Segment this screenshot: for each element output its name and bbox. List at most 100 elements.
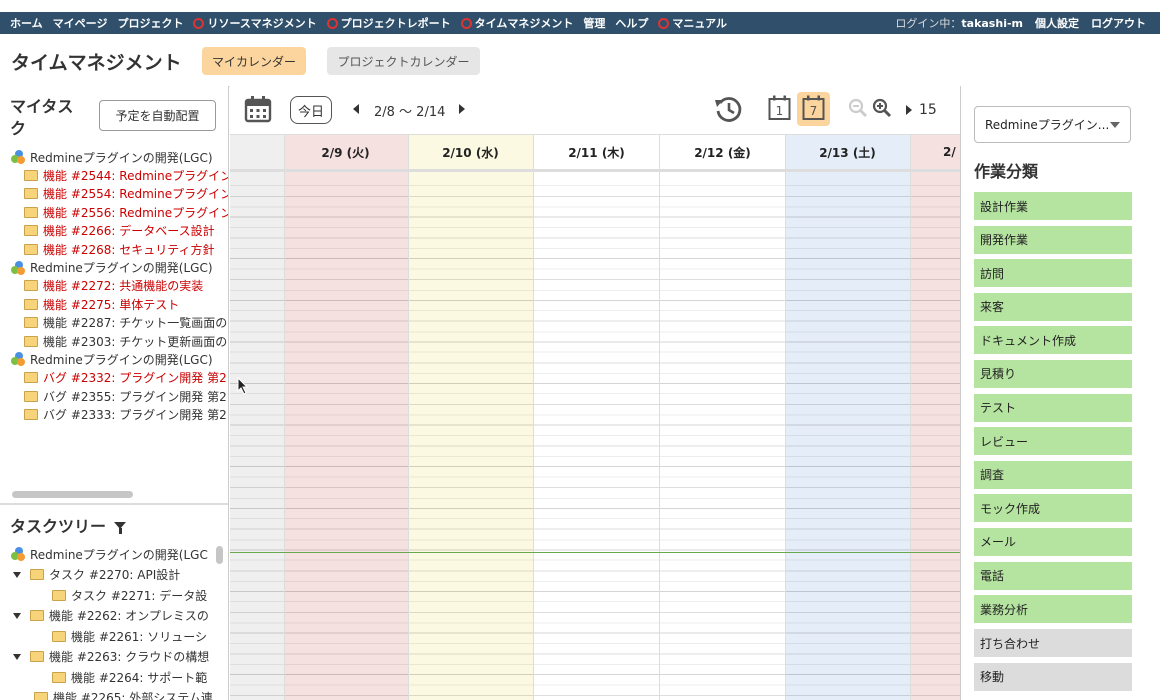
top-menu-item-label: プロジェクトレポート — [340, 17, 451, 30]
top-menu-left: ホーム マイページ プロジェクト リソースマネジメント プロジェクトレポート タイムマネジ… — [0, 15, 727, 31]
expand-icon[interactable] — [13, 653, 21, 660]
login-user[interactable]: takashi-m — [961, 17, 1023, 30]
work-category-item[interactable]: ドキュメント作成 — [974, 326, 1132, 355]
work-category-item[interactable]: メール — [974, 527, 1132, 556]
mouse-cursor-icon — [237, 377, 249, 395]
tree-label: タスク #2270: API設計 — [49, 568, 181, 583]
task-project-row[interactable]: Redmineプラグインの開発(LGC) — [0, 258, 228, 276]
folder-icon — [24, 188, 38, 200]
top-menu-item[interactable]: プロジェクトレポート — [326, 15, 451, 31]
folder-icon — [52, 630, 66, 642]
pane-divider[interactable] — [0, 503, 228, 505]
my-calendar-button[interactable]: マイカレンダー — [202, 47, 306, 75]
work-category-item[interactable]: レビュー — [974, 427, 1132, 456]
tree-row[interactable]: 機能 #2264: サポート範 — [0, 667, 216, 688]
task-project-row[interactable]: Redmineプラグインの開発(LGC) — [0, 148, 228, 166]
day-column[interactable]: 2/9 (火) — [283, 134, 409, 700]
tree-row[interactable]: 機能 #2263: クラウドの構想 — [0, 647, 216, 668]
top-menu-item[interactable]: 管理 — [583, 15, 605, 31]
top-menu-item[interactable]: マニュアル — [658, 15, 727, 31]
task-row[interactable]: 機能 #2268: セキュリティ方針 — [0, 240, 228, 258]
prev-week-icon[interactable] — [353, 104, 359, 114]
zoom-in-icon[interactable] — [872, 98, 892, 118]
tree-row[interactable]: タスク #2271: データ設 — [0, 585, 216, 606]
vertical-scrollbar[interactable] — [216, 546, 223, 564]
personal-settings-link[interactable]: 個人設定 — [1035, 15, 1079, 31]
task-row[interactable]: バグ #2355: プラグイン開発 第2 — [0, 387, 228, 405]
top-menu-item-label: タイムマネジメント — [474, 17, 574, 30]
day-time-slots[interactable] — [230, 176, 284, 700]
task-row[interactable]: バグ #2332: プラグイン開発 第2 — [0, 369, 228, 387]
work-category-item[interactable]: 見積り — [974, 359, 1132, 388]
work-category-item[interactable]: 業務分析 — [974, 595, 1132, 624]
task-row[interactable]: 機能 #2303: チケット更新画面の — [0, 332, 228, 350]
top-menu-item[interactable]: タイムマネジメント — [460, 15, 574, 31]
task-row[interactable]: 機能 #2266: データベース設計 — [0, 222, 228, 240]
tree-row[interactable]: タスク #2270: API設計 — [0, 565, 216, 586]
top-menu-item[interactable]: マイページ — [53, 15, 108, 31]
day-time-slots[interactable] — [660, 176, 785, 700]
history-icon[interactable] — [713, 94, 743, 124]
work-category-item[interactable]: 訪問 — [974, 259, 1132, 288]
tree-row[interactable]: 機能 #2261: ソリューシ — [0, 626, 216, 647]
folder-icon — [52, 589, 66, 601]
task-row[interactable]: 機能 #2272: 共通機能の実装 — [0, 277, 228, 295]
work-category-item[interactable]: テスト — [974, 393, 1132, 422]
task-row[interactable]: バグ #2333: プラグイン開発 第2 — [0, 405, 228, 423]
day-time-slots[interactable] — [408, 176, 533, 700]
work-category-item[interactable]: 打ち合わせ — [974, 629, 1132, 658]
logout-link[interactable]: ログアウト — [1091, 15, 1146, 31]
top-menu-item[interactable]: リソースマネジメント — [193, 15, 317, 31]
work-category-item[interactable]: 来客 — [974, 292, 1132, 321]
top-menu-item[interactable]: ホーム — [10, 15, 43, 31]
day-column[interactable]: 2/12 (金) — [660, 134, 786, 700]
project-select[interactable]: Redmineプラグイン... — [974, 106, 1131, 143]
week-view-icon[interactable]: 7 — [802, 95, 825, 121]
day-column[interactable]: 2/11 (木) — [534, 134, 660, 700]
work-category-item[interactable]: 開発作業 — [974, 225, 1132, 254]
project-calendar-button[interactable]: プロジェクトカレンダー — [327, 47, 480, 75]
folder-icon — [24, 298, 38, 310]
day-header: 2/11 (木) — [534, 134, 659, 172]
day-view-icon[interactable]: 1 — [768, 95, 791, 121]
horizontal-scrollbar[interactable] — [12, 491, 133, 498]
work-category-item[interactable]: 電話 — [974, 561, 1132, 590]
tree-row[interactable]: 機能 #2265: 外部システム連 — [0, 688, 216, 700]
work-category-item[interactable]: 調査 — [974, 460, 1132, 489]
expand-icon[interactable] — [13, 612, 21, 619]
day-time-slots[interactable] — [785, 176, 910, 700]
zoom-level-arrow-icon[interactable] — [906, 105, 912, 115]
filter-icon[interactable] — [114, 521, 127, 534]
task-row[interactable]: 機能 #2275: 単体テスト — [0, 295, 228, 313]
tree-row[interactable]: Redmineプラグインの開発(LGC — [0, 544, 216, 565]
top-menu-bar: ホーム マイページ プロジェクト リソースマネジメント プロジェクトレポート タイムマネジ… — [0, 12, 1160, 34]
today-button[interactable]: 今日 — [290, 96, 332, 124]
calendar-icon[interactable] — [244, 95, 272, 123]
next-week-icon[interactable] — [459, 104, 465, 114]
zoom-out-icon[interactable] — [848, 98, 868, 118]
task-label: バグ #2333: プラグイン開発 第2 — [43, 408, 227, 423]
top-menu-item[interactable]: ヘルプ — [615, 15, 648, 31]
day-time-slots[interactable] — [283, 176, 408, 700]
task-label: Redmineプラグインの開発(LGC) — [30, 150, 213, 165]
auto-schedule-button[interactable]: 予定を自動配置 — [99, 100, 216, 131]
task-row[interactable]: 機能 #2287: チケット一覧画面の — [0, 314, 228, 332]
work-category-item[interactable]: モック作成 — [974, 494, 1132, 523]
day-column[interactable]: 2/13 (土) — [785, 134, 911, 700]
folder-icon — [24, 317, 38, 329]
top-menu-item[interactable]: プロジェクト — [117, 15, 183, 31]
day-time-slots[interactable] — [534, 176, 659, 700]
tree-row[interactable]: 機能 #2262: オンプレミスの — [0, 606, 216, 627]
task-row[interactable]: 機能 #2544: Redmineプラグイン — [0, 166, 228, 184]
work-category-item[interactable]: 設計作業 — [974, 192, 1132, 220]
work-category-item[interactable]: 移動 — [974, 662, 1132, 691]
expand-icon[interactable] — [13, 571, 21, 578]
day-column[interactable]: 月) — [230, 134, 285, 700]
day-time-slots[interactable] — [911, 176, 960, 700]
task-row[interactable]: 機能 #2554: Redmineプラグイン — [0, 185, 228, 203]
task-project-row[interactable]: Redmineプラグインの開発(LGC) — [0, 350, 228, 368]
task-row[interactable]: 機能 #2556: Redmineプラグイン — [0, 203, 228, 221]
day-column[interactable]: 2/10 (水) — [408, 134, 534, 700]
day-column[interactable]: 2/ — [911, 134, 960, 700]
folder-icon — [34, 692, 48, 700]
